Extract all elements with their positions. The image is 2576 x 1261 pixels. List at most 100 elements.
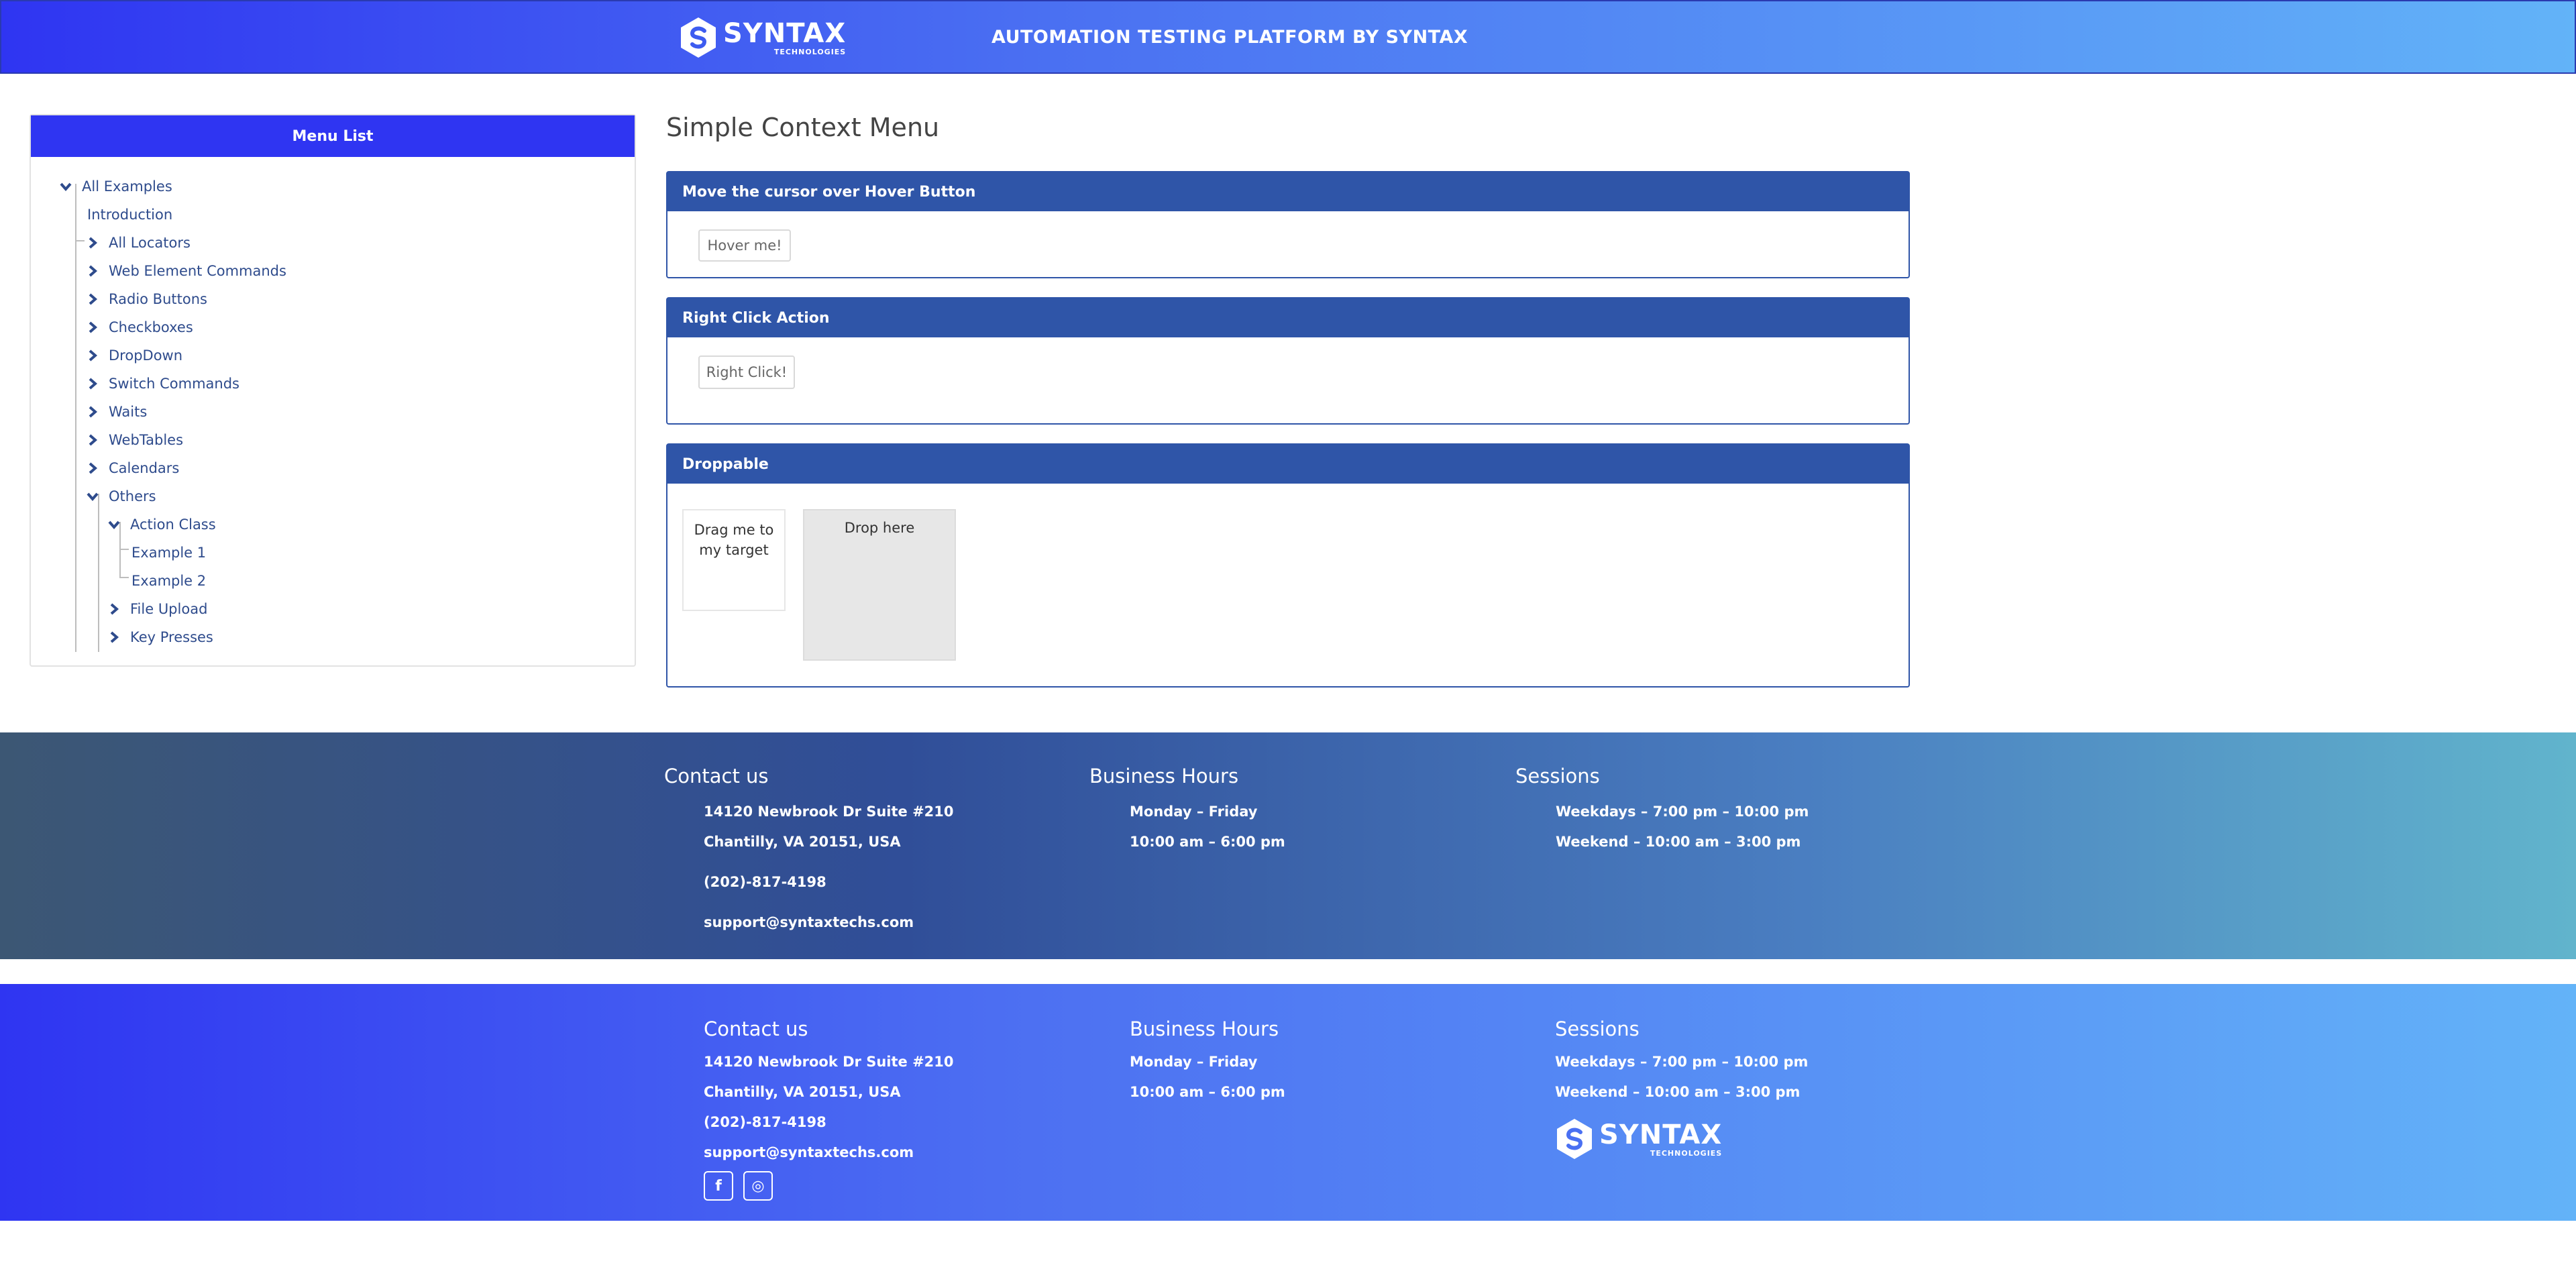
chevron-down-icon [60, 182, 72, 192]
footer-info: Contact us 14120 Newbrook Dr Suite #210 … [0, 732, 2576, 959]
sidebar-menu: Menu List All Examples Introduction All … [30, 114, 636, 667]
chevron-right-icon [110, 603, 119, 615]
sidebar-item-label: Action Class [130, 516, 216, 533]
chevron-right-icon [89, 237, 98, 249]
chevron-right-icon [89, 265, 98, 277]
weekday-sessions: Weekdays – 7:00 pm – 10:00 pm [1555, 1054, 1809, 1070]
phone-number[interactable]: (202)-817-4198 [704, 1114, 826, 1130]
chevron-down-icon [87, 492, 99, 502]
tree-line [75, 240, 85, 241]
contact-heading: Contact us [664, 765, 769, 787]
weekend-sessions: Weekend – 10:00 am – 3:00 pm [1555, 1084, 1801, 1100]
sidebar-item-label: WebTables [109, 432, 184, 448]
contact-heading: Contact us [704, 1018, 808, 1040]
sidebar-item-label: Waits [109, 404, 148, 420]
brand-subtitle: TECHNOLOGIES [773, 47, 847, 56]
sidebar-item-label: Calendars [109, 460, 180, 476]
syntax-hexagon-icon [1557, 1119, 1592, 1159]
sidebar-item-action-class[interactable]: Action Class [107, 513, 216, 536]
sessions-heading: Sessions [1555, 1018, 1640, 1040]
chevron-right-icon [89, 462, 98, 474]
platform-title: AUTOMATION TESTING PLATFORM BY SYNTAX [991, 27, 1468, 48]
tree-line [98, 494, 99, 652]
sidebar-item-waits[interactable]: Waits [86, 400, 147, 423]
footer-syntax-logo[interactable]: SYNTAX TECHNOLOGIES [1555, 1117, 1722, 1160]
chevron-down-icon [108, 520, 120, 530]
sidebar-item-calendars[interactable]: Calendars [86, 457, 179, 480]
sidebar-item-all-locators[interactable]: All Locators [86, 231, 191, 254]
sidebar-title: Menu List [31, 115, 635, 157]
sidebar-item-all-examples[interactable]: All Examples [59, 175, 172, 198]
sidebar-item-label: Introduction [87, 207, 173, 223]
sidebar-item-example-2[interactable]: Example 2 [131, 569, 206, 592]
brand-subtitle: TECHNOLOGIES [1650, 1148, 1723, 1158]
right-click-button[interactable]: Right Click! [698, 355, 795, 389]
sidebar-item-radio-buttons[interactable]: Radio Buttons [86, 288, 207, 311]
chevron-right-icon [89, 378, 98, 390]
sidebar-item-checkboxes[interactable]: Checkboxes [86, 316, 193, 339]
email-link[interactable]: support@syntaxtechs.com [704, 914, 914, 930]
sessions-heading: Sessions [1515, 765, 1600, 787]
droppable-card: Droppable Drag me to my target Drop here [666, 443, 1910, 688]
drop-target[interactable]: Drop here [803, 509, 956, 661]
sidebar-item-label: All Examples [82, 178, 172, 195]
chevron-right-icon [89, 434, 98, 446]
chevron-right-icon [110, 631, 119, 643]
footer-sessions-column: Sessions [1555, 1018, 1640, 1040]
page-title: Simple Context Menu [666, 113, 940, 142]
address-line-1: 14120 Newbrook Dr Suite #210 [704, 1054, 954, 1070]
chevron-right-icon [89, 321, 98, 333]
address-line-2: Chantilly, VA 20151, USA [704, 1084, 901, 1100]
brand-name: SYNTAX [723, 17, 847, 49]
sidebar-item-label: Radio Buttons [109, 291, 207, 307]
sidebar-item-label: Web Element Commands [109, 263, 286, 279]
sidebar-item-label: Example 2 [131, 573, 207, 589]
chevron-right-icon [89, 293, 98, 305]
right-click-card: Right Click Action Right Click! [666, 297, 1910, 425]
footer-contact-column: Contact us [704, 1018, 808, 1040]
email-link[interactable]: support@syntaxtechs.com [704, 1144, 914, 1160]
tree-line [119, 549, 129, 550]
tree-line [75, 184, 76, 652]
sidebar-item-label: Example 1 [131, 545, 207, 561]
sidebar-item-label: Key Presses [130, 629, 213, 645]
sidebar-item-switch-commands[interactable]: Switch Commands [86, 372, 239, 395]
sidebar-item-web-element-commands[interactable]: Web Element Commands [86, 260, 286, 282]
hover-card-title: Move the cursor over Hover Button [667, 172, 1909, 211]
hover-me-button[interactable]: Hover me! [698, 229, 791, 262]
sidebar-item-introduction[interactable]: Introduction [87, 203, 172, 226]
droppable-card-title: Droppable [667, 445, 1909, 484]
draggable-box[interactable]: Drag me to my target [682, 509, 786, 611]
sidebar-item-file-upload[interactable]: File Upload [107, 598, 207, 620]
footer-sessions-column: Sessions [1515, 765, 1600, 787]
syntax-logo[interactable]: SYNTAX TECHNOLOGIES [679, 16, 846, 59]
sidebar-item-key-presses[interactable]: Key Presses [107, 626, 213, 649]
instagram-icon[interactable]: ◎ [743, 1171, 773, 1201]
footer-hours-column: Business Hours [1089, 765, 1238, 787]
facebook-icon[interactable]: f [704, 1171, 733, 1201]
footer-brand: Contact us 14120 Newbrook Dr Suite #210 … [0, 984, 2576, 1221]
hours-heading: Business Hours [1089, 765, 1239, 787]
footer-contact-column: Contact us [664, 765, 769, 787]
footer-hours-column: Business Hours [1130, 1018, 1279, 1040]
business-time: 10:00 am – 6:00 pm [1130, 834, 1285, 850]
sidebar-item-label: All Locators [109, 235, 191, 251]
sidebar-item-label: Checkboxes [109, 319, 193, 335]
right-click-card-title: Right Click Action [667, 298, 1909, 337]
weekday-sessions: Weekdays – 7:00 pm – 10:00 pm [1556, 804, 1809, 820]
brand-name: SYNTAX [1599, 1119, 1723, 1150]
chevron-right-icon [89, 349, 98, 362]
chevron-right-icon [89, 406, 98, 418]
address-line-2: Chantilly, VA 20151, USA [704, 834, 901, 850]
sidebar-item-example-1[interactable]: Example 1 [131, 541, 206, 564]
syntax-hexagon-icon [681, 17, 716, 58]
sidebar-item-webtables[interactable]: WebTables [86, 429, 183, 451]
tree-line [119, 577, 129, 578]
sidebar-item-others[interactable]: Others [86, 485, 156, 508]
address-line-1: 14120 Newbrook Dr Suite #210 [704, 804, 954, 820]
phone-number[interactable]: (202)-817-4198 [704, 874, 826, 890]
hover-card: Move the cursor over Hover Button Hover … [666, 171, 1910, 278]
top-header: SYNTAX TECHNOLOGIES AUTOMATION TESTING P… [0, 0, 2576, 74]
business-time: 10:00 am – 6:00 pm [1130, 1084, 1285, 1100]
sidebar-item-dropdown[interactable]: DropDown [86, 344, 182, 367]
